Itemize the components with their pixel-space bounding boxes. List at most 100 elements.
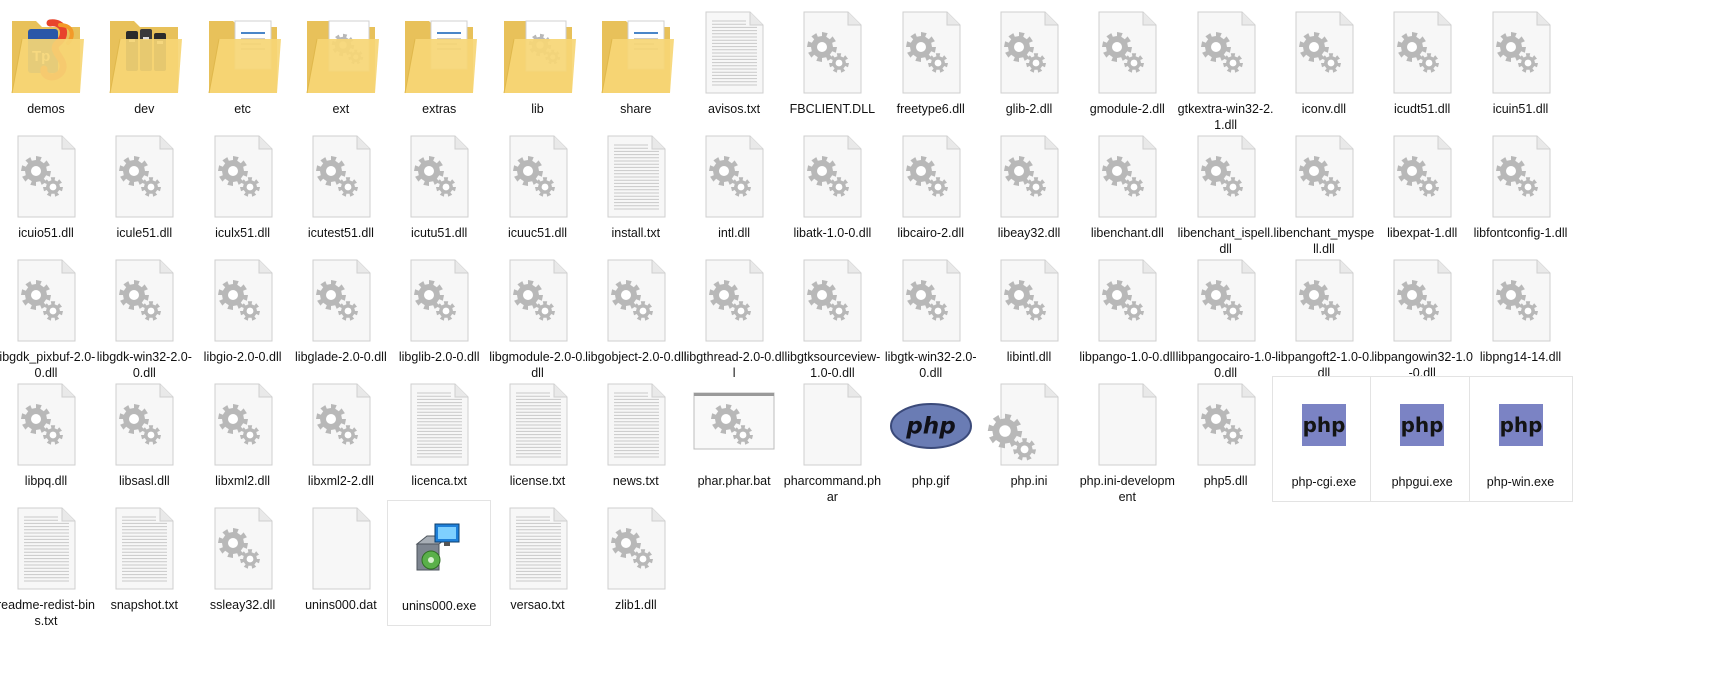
file-pharcommand-phar[interactable]: pharcommand.phar [780,376,884,504]
file-libenchant-dll[interactable]: libenchant.dll [1075,128,1179,254]
file-glib-2-dll[interactable]: glib-2.dll [977,4,1081,130]
file-libsasl-dll[interactable]: libsasl.dll [92,376,196,502]
file-libenchant-myspell-dll[interactable]: libenchant_myspell.dll [1272,128,1376,256]
folder-extras[interactable]: extras [387,4,491,130]
item-label: icutu51.dll [411,226,468,240]
file-libintl-dll[interactable]: libintl.dll [977,252,1081,378]
file-libcairo-2-dll[interactable]: libcairo-2.dll [879,128,983,254]
dll-gear-icon [0,257,94,347]
file-libxml2-2-dll[interactable]: libxml2-2.dll [289,376,393,502]
file-license-txt[interactable]: license.txt [486,376,590,502]
folder-ext[interactable]: ext [289,4,393,130]
file-icuuc51-dll[interactable]: icuuc51.dll [486,128,590,254]
dll-gear-icon [588,505,684,595]
file-libglade-2-0-0-dll[interactable]: libglade-2.0-0.dll [289,252,393,378]
dll-gear-icon [784,133,880,223]
item-label: libexpat-1.dll [1387,226,1458,240]
file-libgtk-win32-2-0-0-dll[interactable]: libgtk-win32-2.0-0.dll [879,252,983,380]
file-news-txt[interactable]: news.txt [584,376,688,502]
file-icutest51-dll[interactable]: icutest51.dll [289,128,393,254]
file-icule51-dll[interactable]: icule51.dll [92,128,196,254]
file-libxml2-dll[interactable]: libxml2.dll [191,376,295,502]
file-libgobject-2-0-0-dll[interactable]: libgobject-2.0-0.dll [584,252,688,378]
dll-gear-icon [293,381,389,471]
file-gmodule-2-dll[interactable]: gmodule-2.dll [1075,4,1179,130]
file-icudt51-dll[interactable]: icudt51.dll [1370,4,1474,130]
item-label: icuuc51.dll [507,226,568,240]
file-icuio51-dll[interactable]: icuio51.dll [0,128,98,254]
file-versao-txt[interactable]: versao.txt [486,500,590,626]
item-label: news.txt [612,474,659,488]
file-libgthread-2-0-0-dll[interactable]: libgthread-2.0-0.dll [682,252,786,380]
file-php-cgi-exe[interactable]: php php-cgi.exe [1271,376,1376,502]
file-php-ini[interactable]: php.ini [977,376,1081,502]
item-label: etc [234,102,251,116]
item-label: php-cgi.exe [1291,475,1357,489]
file-libpangocairo-1-0-0-dll[interactable]: libpangocairo-1.0-0.dll [1174,252,1278,380]
dll-gear-icon [686,133,782,223]
folder-share[interactable]: share [584,4,688,130]
file-snapshot-txt[interactable]: snapshot.txt [92,500,196,626]
file-libpangowin32-1-0-0-dll[interactable]: libpangowin32-1.0-0.dll [1370,252,1474,380]
file-fbclient-dll[interactable]: FBCLIENT.DLL [780,4,884,130]
file-iculx51-dll[interactable]: iculx51.dll [191,128,295,254]
file-libgdk-pixbuf-2-0-0-dll[interactable]: libgdk_pixbuf-2.0-0.dll [0,252,98,380]
file-libpng14-14-dll[interactable]: libpng14-14.dll [1469,252,1573,378]
file-install-txt[interactable]: install.txt [584,128,688,254]
file-phar-phar-bat[interactable]: phar.phar.bat [682,376,786,502]
file-php5-dll[interactable]: php5.dll [1174,376,1278,502]
item-label: libgobject-2.0-0.dll [585,350,687,364]
file-libgtksourceview-1-0-0-dll[interactable]: libgtksourceview-1.0-0.dll [780,252,884,380]
dll-gear-icon [96,257,192,347]
file-libeay32-dll[interactable]: libeay32.dll [977,128,1081,254]
file-libglib-2-0-0-dll[interactable]: libglib-2.0-0.dll [387,252,491,378]
file-php-win-exe[interactable]: php php-win.exe [1468,376,1573,502]
dll-gear-icon [981,9,1077,99]
file-libgmodule-2-0-0-dll[interactable]: libgmodule-2.0-0.dll [486,252,590,380]
item-label: phar.phar.bat [697,474,771,488]
file-php-ini-development[interactable]: php.ini-development [1075,376,1179,504]
file-licenca-txt[interactable]: licenca.txt [387,376,491,502]
file-libpango-1-0-0-dll[interactable]: libpango-1.0-0.dll [1075,252,1179,378]
file-iconv-dll[interactable]: iconv.dll [1272,4,1376,130]
file-libgdk-win32-2-0-0-dll[interactable]: libgdk-win32-2.0-0.dll [92,252,196,380]
file-readme-redist-bins-txt[interactable]: readme-redist-bins.txt [0,500,98,628]
file-gtkextra-win32-2-1-dll[interactable]: gtkextra-win32-2.1.dll [1174,4,1278,132]
dll-gear-icon [195,381,291,471]
file-intl-dll[interactable]: intl.dll [682,128,786,254]
php-logo-icon: php [883,381,979,471]
item-label: libpq.dll [24,474,68,488]
file-ssleay32-dll[interactable]: ssleay32.dll [191,500,295,626]
file-libexpat-1-dll[interactable]: libexpat-1.dll [1370,128,1474,254]
item-label: libxml2.dll [215,474,271,488]
file-avisos-txt[interactable]: avisos.txt [682,4,786,130]
item-label: libenchant.dll [1090,226,1164,240]
item-label: iconv.dll [1301,102,1346,116]
folder-icon [588,9,684,99]
folder-demos[interactable]: Tp demos [0,4,98,130]
file-zlib1-dll[interactable]: zlib1.dll [584,500,688,626]
file-icuin51-dll[interactable]: icuin51.dll [1469,4,1573,130]
file-unins000-exe[interactable]: unins000.exe [387,500,492,626]
file-libpq-dll[interactable]: libpq.dll [0,376,98,502]
item-label: gmodule-2.dll [1089,102,1165,116]
file-libenchant-ispell-dll[interactable]: libenchant_ispell.dll [1174,128,1278,256]
file-libpangoft2-1-0-0-dll[interactable]: libpangoft2-1.0-0.dll [1272,252,1376,380]
file-libfontconfig-1-dll[interactable]: libfontconfig-1.dll [1469,128,1573,254]
file-unins000-dat[interactable]: unins000.dat [289,500,393,626]
item-label: readme-redist-bins.txt [0,598,95,628]
file-icutu51-dll[interactable]: icutu51.dll [387,128,491,254]
file-phpgui-exe[interactable]: php phpgui.exe [1370,376,1475,502]
folder-etc[interactable]: etc [191,4,295,130]
dll-gear-icon [1374,9,1470,99]
text-file-icon [490,505,586,595]
file-php-gif[interactable]: php php.gif [879,376,983,502]
file-libgio-2-0-0-dll[interactable]: libgio-2.0-0.dll [191,252,295,378]
file-freetype6-dll[interactable]: freetype6.dll [879,4,983,130]
dll-gear-icon [96,133,192,223]
item-label: ssleay32.dll [209,598,276,612]
file-libatk-1-0-0-dll[interactable]: libatk-1.0-0.dll [780,128,884,254]
folder-lib[interactable]: lib [486,4,590,130]
folder-dev[interactable]: dev [92,4,196,130]
item-label: pharcommand.phar [783,474,882,504]
